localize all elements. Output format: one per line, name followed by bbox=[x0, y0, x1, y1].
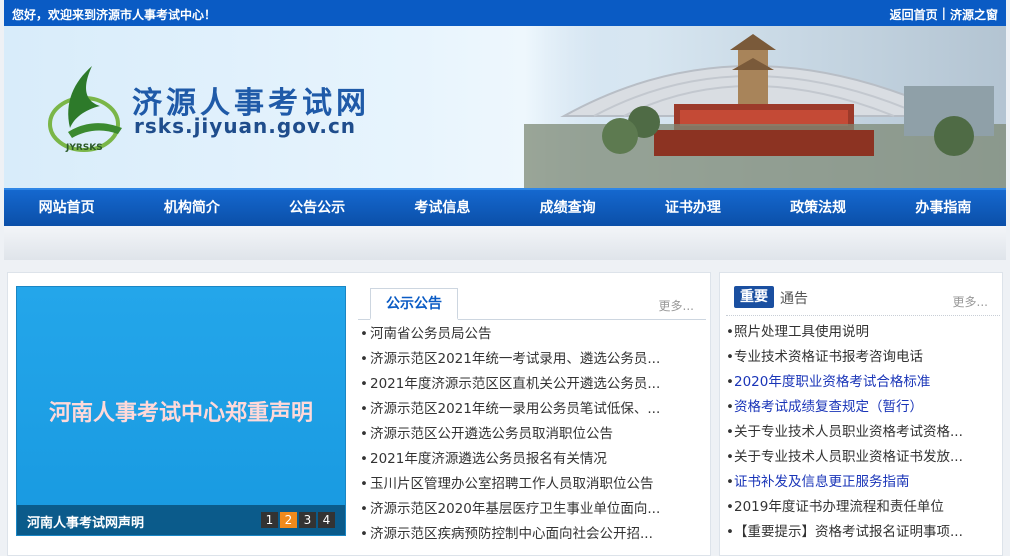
important-list: 照片处理工具使用说明 专业技术资格证书报考咨询电话 2020年度职业资格考试合格… bbox=[726, 320, 1000, 545]
announcement-item[interactable]: 济源示范区2021年统一考试录用、遴选公务员... bbox=[358, 347, 706, 372]
announcement-item[interactable]: 济源示范区2021年统一录用公务员笔试低保、... bbox=[358, 397, 706, 422]
announcement-item[interactable]: 济源示范区公开遴选公务员取消职位公告 bbox=[358, 422, 706, 447]
important-header: 重要 通告 更多... bbox=[726, 284, 1000, 316]
announcement-header: 公示公告 更多... bbox=[358, 288, 706, 320]
sub-nav-strip bbox=[4, 226, 1006, 260]
announcement-box: 公示公告 更多... 河南省公务员局公告 济源示范区2021年统一考试录用、遴选… bbox=[358, 288, 706, 547]
nav-score-query[interactable]: 成绩查询 bbox=[505, 190, 630, 226]
announcement-item[interactable]: 河南省公务员局公告 bbox=[358, 322, 706, 347]
link-separator: | bbox=[941, 6, 946, 20]
slider-page-3[interactable]: 3 bbox=[299, 512, 316, 528]
header-banner: JYRSKS 济源人事考试网 rsks.jiyuan.gov.cn bbox=[4, 26, 1006, 188]
home-link[interactable]: 返回首页 bbox=[890, 6, 938, 23]
announcement-item[interactable]: 济源示范区2020年基层医疗卫生事业单位面向... bbox=[358, 497, 706, 522]
important-item[interactable]: 证书补发及信息更正服务指南 bbox=[726, 470, 1000, 495]
top-welcome-bar: 您好，欢迎来到济源市人事考试中心！ 返回首页 | 济源之窗 bbox=[4, 0, 1006, 26]
slider-page-1[interactable]: 1 bbox=[261, 512, 278, 528]
slider-page-2[interactable]: 2 bbox=[280, 512, 297, 528]
important-notice-box: 重要 通告 更多... 照片处理工具使用说明 专业技术资格证书报考咨询电话 20… bbox=[726, 284, 1000, 545]
announcement-item[interactable]: 2021年度济源示范区区直机关公开遴选公务员... bbox=[358, 372, 706, 397]
slider-caption[interactable]: 河南人事考试网声明 bbox=[27, 512, 144, 531]
stadium-scene-image bbox=[524, 26, 1006, 188]
tab-announcements[interactable]: 公示公告 bbox=[370, 288, 458, 320]
important-title: 通告 bbox=[780, 291, 808, 307]
jyrsks-logo-icon: JYRSKS bbox=[48, 66, 122, 153]
nav-policy[interactable]: 政策法规 bbox=[756, 190, 881, 226]
announcement-item[interactable]: 济源示范区疾病预防控制中心面向社会公开招... bbox=[358, 522, 706, 547]
slider-page-4[interactable]: 4 bbox=[318, 512, 335, 528]
slide-headline: 河南人事考试中心郑重声明 bbox=[48, 401, 313, 426]
nav-home[interactable]: 网站首页 bbox=[4, 190, 129, 226]
important-item[interactable]: 专业技术资格证书报考咨询电话 bbox=[726, 345, 1000, 370]
jiyuan-window-link[interactable]: 济源之窗 bbox=[950, 6, 998, 23]
important-more-link[interactable]: 更多... bbox=[953, 293, 988, 310]
important-item[interactable]: 2020年度职业资格考试合格标准 bbox=[726, 370, 1000, 395]
important-item[interactable]: 照片处理工具使用说明 bbox=[726, 320, 1000, 345]
announcement-list: 河南省公务员局公告 济源示范区2021年统一考试录用、遴选公务员... 2021… bbox=[358, 322, 706, 547]
nav-certificate[interactable]: 证书办理 bbox=[630, 190, 755, 226]
important-badge: 重要 bbox=[734, 286, 774, 308]
important-item[interactable]: 资格考试成绩复查规定（暂行） bbox=[726, 395, 1000, 420]
nav-guide[interactable]: 办事指南 bbox=[881, 190, 1006, 226]
important-item[interactable]: 2019年度证书办理流程和责任单位 bbox=[726, 495, 1000, 520]
svg-text:JYRSKS: JYRSKS bbox=[65, 143, 103, 153]
nav-about[interactable]: 机构简介 bbox=[129, 190, 254, 226]
news-slider[interactable]: 河南人事考试中心郑重声明 河南人事考试网声明 1 2 3 4 bbox=[16, 286, 346, 536]
nav-announcements[interactable]: 公告公示 bbox=[255, 190, 380, 226]
welcome-text: 您好，欢迎来到济源市人事考试中心！ bbox=[12, 8, 217, 22]
announcement-more-link[interactable]: 更多... bbox=[659, 297, 694, 314]
important-item[interactable]: 关于专业技术人员职业资格考试资格... bbox=[726, 420, 1000, 445]
top-links: 返回首页 | 济源之窗 bbox=[890, 6, 998, 23]
important-item[interactable]: 【重要提示】资格考试报名证明事项... bbox=[726, 520, 1000, 545]
slider-pager: 1 2 3 4 bbox=[261, 512, 335, 528]
main-nav: 网站首页 机构简介 公告公示 考试信息 成绩查询 证书办理 政策法规 办事指南 bbox=[4, 188, 1006, 226]
announcement-item[interactable]: 2021年度济源遴选公务员报名有关情况 bbox=[358, 447, 706, 472]
nav-exam-info[interactable]: 考试信息 bbox=[380, 190, 505, 226]
announcement-item[interactable]: 玉川片区管理办公室招聘工作人员取消职位公告 bbox=[358, 472, 706, 497]
site-domain: rsks.jiyuan.gov.cn bbox=[134, 114, 357, 138]
important-item[interactable]: 关于专业技术人员职业资格证书发放... bbox=[726, 445, 1000, 470]
slider-caption-bar: 河南人事考试网声明 1 2 3 4 bbox=[17, 505, 345, 535]
